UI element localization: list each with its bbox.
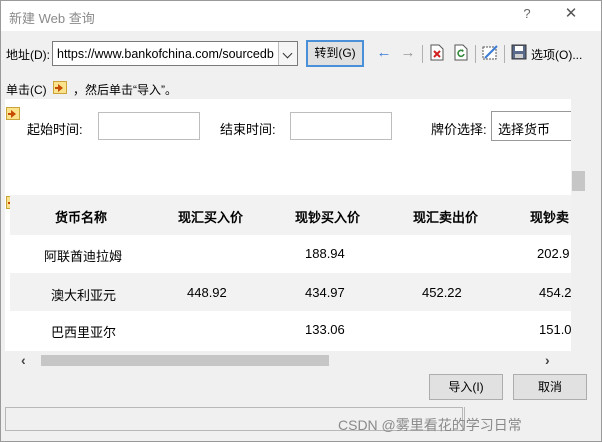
header-currency-name: 货币名称 bbox=[55, 211, 108, 226]
new-web-query-dialog: 新建 Web 查询 ? ✕ 地址(D): 转到(G) ← → 选项(O)... … bbox=[0, 0, 602, 442]
hide-icons-icon[interactable] bbox=[481, 44, 499, 62]
help-button[interactable]: ? bbox=[519, 6, 535, 24]
header-spot-sell: 现汇卖出价 bbox=[413, 211, 479, 226]
table-cell: 452.22 bbox=[422, 285, 462, 300]
header-cash-sell: 现钞卖 bbox=[530, 211, 570, 226]
table-cell: 澳大利亚元 bbox=[51, 288, 117, 303]
web-page-view: 起始时间: 结束时间: 牌价选择: 选择货币 货币名称 现汇买入价 现钞买入价 … bbox=[5, 99, 587, 351]
table-cell: 巴西里亚尔 bbox=[51, 325, 117, 340]
table-cell: 188.94 bbox=[305, 246, 345, 261]
forward-arrow-icon[interactable]: → bbox=[399, 44, 417, 62]
table-cell: 454.2 bbox=[539, 285, 572, 300]
toolbar-separator bbox=[504, 45, 505, 63]
currency-select-value: 选择货币 bbox=[498, 122, 551, 137]
toolbar-separator bbox=[422, 45, 423, 63]
address-combobox[interactable] bbox=[52, 41, 298, 66]
scroll-left-icon[interactable]: ‹ bbox=[21, 352, 26, 368]
price-type-label: 牌价选择: bbox=[431, 122, 487, 137]
address-dropdown-button[interactable] bbox=[278, 42, 297, 65]
header-spot-buy: 现汇买入价 bbox=[178, 211, 244, 226]
close-button[interactable]: ✕ bbox=[561, 4, 581, 24]
cancel-button[interactable]: 取消 bbox=[513, 374, 587, 400]
refresh-icon[interactable] bbox=[452, 44, 470, 62]
table-cell: 阿联酋迪拉姆 bbox=[44, 249, 123, 264]
horizontal-scrollbar[interactable]: ‹ › bbox=[5, 351, 587, 369]
import-button[interactable]: 导入(I) bbox=[429, 374, 503, 400]
address-input[interactable] bbox=[57, 45, 279, 62]
table-select-arrow-icon[interactable] bbox=[6, 107, 20, 120]
scroll-right-icon[interactable]: › bbox=[545, 352, 550, 368]
stop-icon[interactable] bbox=[428, 44, 446, 62]
save-query-icon[interactable] bbox=[510, 44, 528, 62]
instruction-row: 单击(C) ，然后单击“导入”。 bbox=[1, 75, 601, 97]
table-cell: 434.97 bbox=[305, 285, 345, 300]
table-cell: 133.06 bbox=[305, 322, 345, 337]
back-arrow-icon[interactable]: ← bbox=[375, 44, 393, 62]
table-cell: 202.9 bbox=[537, 246, 570, 261]
window-title: 新建 Web 查询 bbox=[9, 11, 95, 26]
select-arrow-icon bbox=[53, 81, 67, 94]
vertical-scroll-thumb[interactable] bbox=[572, 171, 585, 191]
hint-prefix: 单击(C) bbox=[6, 83, 47, 97]
watermark: CSDN @雾里看花的学习日常 bbox=[338, 417, 522, 433]
end-time-input[interactable] bbox=[290, 112, 392, 140]
table-cell: 151.0 bbox=[539, 322, 572, 337]
goto-button[interactable]: 转到(G) bbox=[306, 40, 364, 67]
address-label: 地址(D): bbox=[6, 48, 50, 62]
options-button[interactable]: 选项(O)... bbox=[531, 46, 582, 63]
toolbar-separator bbox=[475, 45, 476, 63]
hint-suffix: ，然后单击“导入”。 bbox=[73, 83, 177, 97]
vertical-scrollbar[interactable] bbox=[571, 99, 588, 351]
toolbar: 地址(D): 转到(G) ← → 选项(O)... bbox=[1, 31, 601, 73]
start-time-label: 起始时间: bbox=[27, 122, 83, 137]
start-time-input[interactable] bbox=[98, 112, 200, 140]
header-cash-buy: 现钞买入价 bbox=[295, 211, 361, 226]
table-cell: 448.92 bbox=[187, 285, 227, 300]
title-bar: 新建 Web 查询 ? ✕ bbox=[1, 1, 601, 31]
end-time-label: 结束时间: bbox=[220, 122, 276, 137]
horizontal-scroll-thumb[interactable] bbox=[41, 355, 329, 366]
